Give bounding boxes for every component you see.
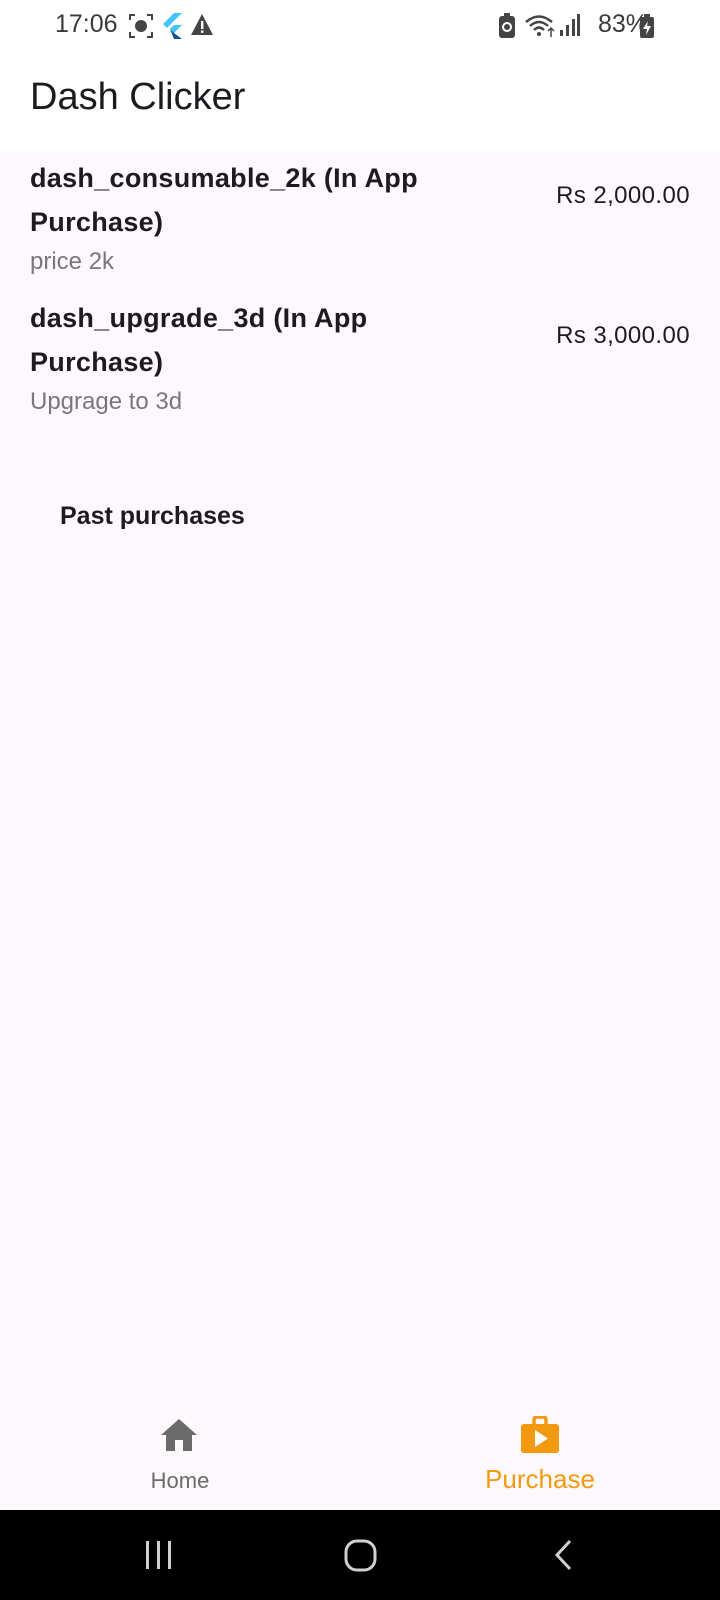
past-purchases-heading: Past purchases: [60, 502, 245, 530]
nav-item-purchase[interactable]: Purchase: [360, 1400, 720, 1510]
product-description: Upgrage to 3d: [30, 388, 183, 415]
product-item[interactable]: dash_consumable_2k (In App Purchase) pri…: [0, 152, 720, 292]
purchase-page: dash_consumable_2k (In App Purchase) pri…: [0, 152, 720, 1400]
product-price: Rs 2,000.00: [556, 182, 690, 209]
signal-icon: [558, 13, 580, 42]
battery-icon: [639, 13, 655, 44]
product-description: price 2k: [30, 248, 115, 275]
wifi-icon: [524, 13, 556, 44]
system-navigation-bar: [0, 1510, 720, 1600]
nav-item-home[interactable]: Home: [0, 1400, 360, 1510]
nav-label-home: Home: [150, 1468, 210, 1493]
battery-saver-icon: [498, 13, 516, 44]
shop-icon: [520, 1415, 560, 1459]
warning-icon: [190, 13, 214, 42]
flutter-icon: [161, 13, 183, 44]
recent-apps-icon[interactable]: [144, 1538, 174, 1577]
product-title: dash_consumable_2k (In App Purchase): [30, 163, 418, 237]
status-bar: 17:06 83%: [0, 0, 720, 52]
app-bar: Dash Clicker: [0, 52, 720, 152]
product-title: dash_upgrade_3d (In App Purchase): [30, 303, 368, 377]
home-icon: [160, 1418, 198, 1457]
back-icon[interactable]: [552, 1538, 576, 1577]
product-price: Rs 3,000.00: [556, 322, 690, 349]
app-title: Dash Clicker: [30, 76, 246, 118]
product-item[interactable]: dash_upgrade_3d (In App Purchase) Upgrag…: [0, 292, 720, 432]
screenshot-icon: [128, 13, 154, 44]
status-time: 17:06: [55, 10, 118, 38]
nav-label-purchase: Purchase: [485, 1464, 595, 1494]
bottom-navigation: Home Purchase: [0, 1400, 720, 1510]
home-button-icon[interactable]: [344, 1538, 378, 1577]
